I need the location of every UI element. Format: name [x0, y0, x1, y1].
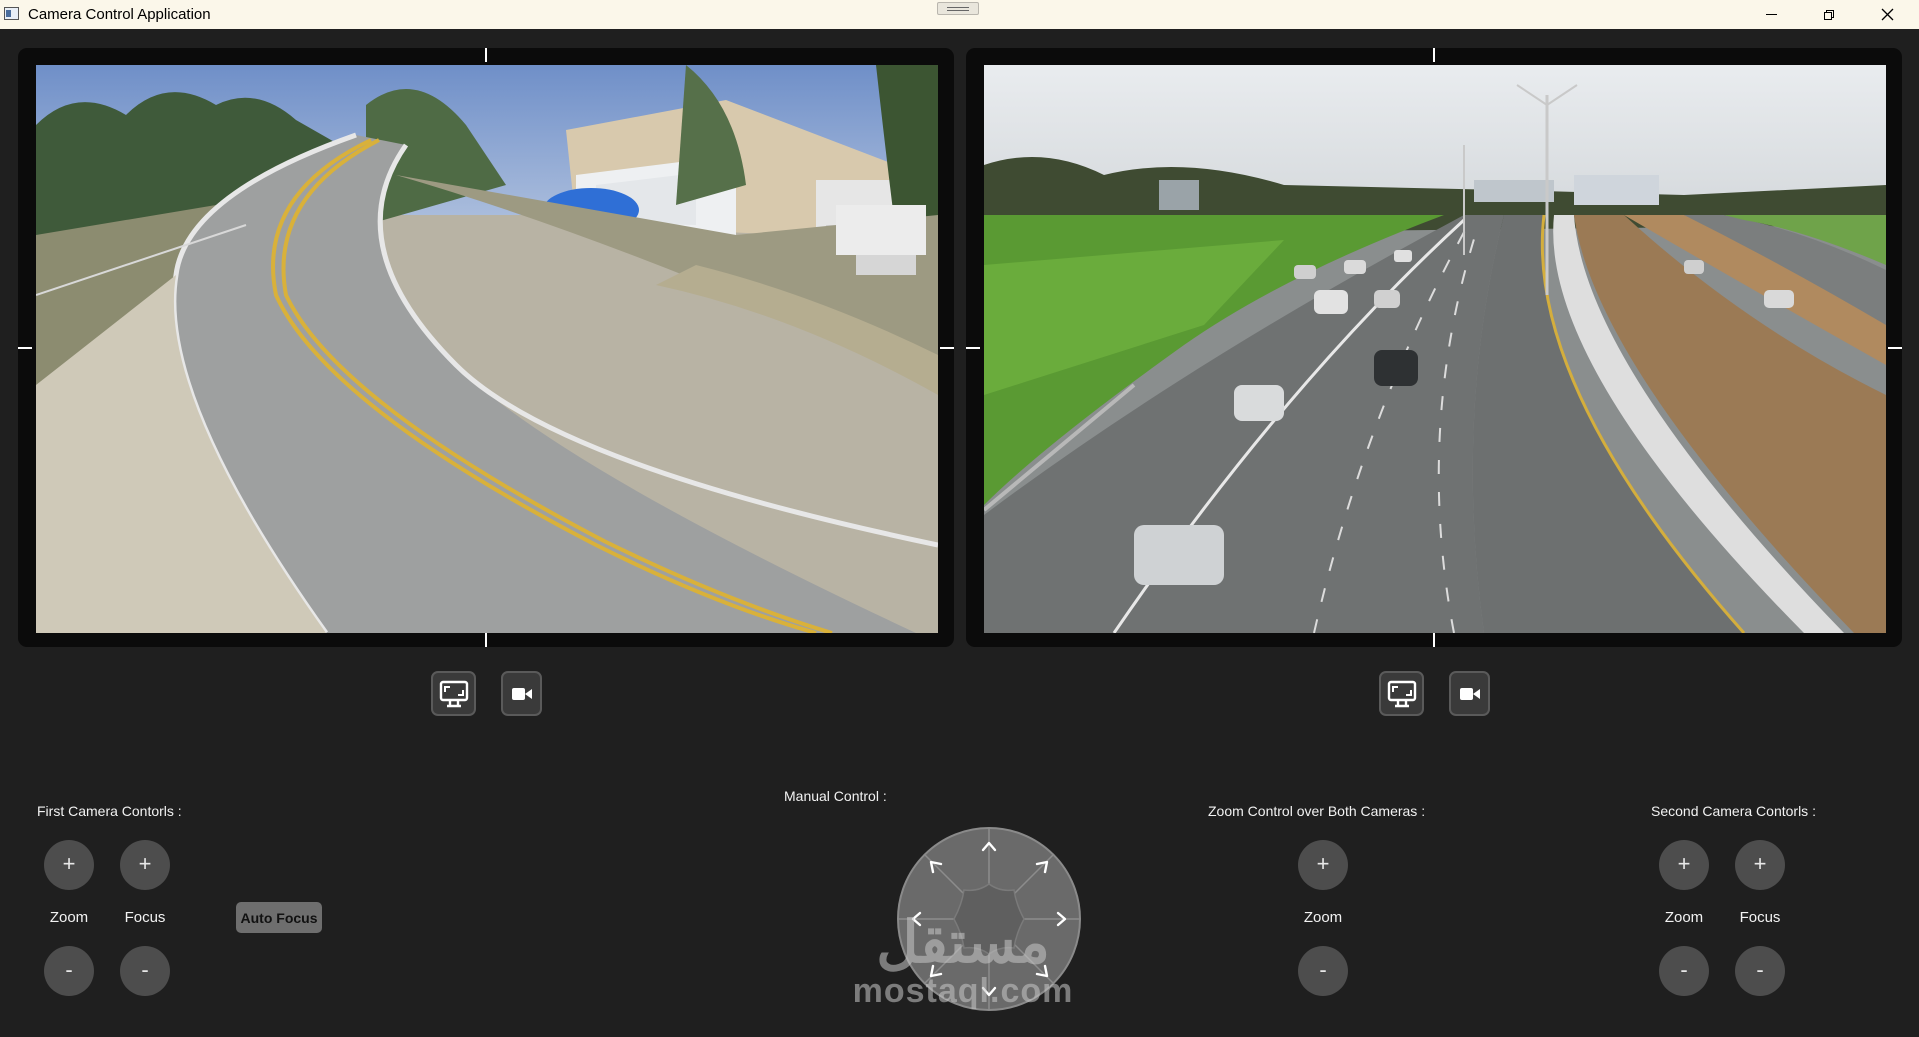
second-focus-label: Focus [1739, 909, 1781, 926]
first-zoom-out-button[interactable]: - [44, 946, 94, 996]
second-zoom-in-button[interactable]: + [1659, 840, 1709, 890]
minus-label: - [1756, 957, 1764, 982]
second-camera-panel [966, 48, 1902, 647]
minus-label: - [1319, 957, 1327, 982]
plus-label: + [1753, 851, 1767, 876]
crosshair-tick-bottom [485, 633, 487, 647]
first-camera-fullscreen-button[interactable] [431, 671, 476, 716]
minus-label: - [1680, 957, 1688, 982]
first-camera-panel [18, 48, 954, 647]
first-camera-controls-title: First Camera Contorls : [37, 803, 182, 819]
plus-label: + [138, 851, 152, 876]
first-focus-in-button[interactable]: + [120, 840, 170, 890]
crosshair-tick-left [18, 347, 32, 349]
plus-label: + [1316, 851, 1330, 876]
video-record-icon [1459, 687, 1480, 700]
minimize-icon [1765, 14, 1777, 15]
video-record-icon [511, 687, 532, 700]
app-window-icon [4, 7, 19, 20]
both-zoom-label: Zoom [1303, 909, 1343, 926]
minus-label: - [141, 957, 149, 982]
plus-label: + [1677, 851, 1691, 876]
second-camera-fullscreen-button[interactable] [1379, 671, 1424, 716]
crosshair-tick-right [940, 347, 954, 349]
close-button[interactable] [1858, 0, 1916, 29]
first-focus-out-button[interactable]: - [120, 946, 170, 996]
first-zoom-in-button[interactable]: + [44, 840, 94, 890]
fullscreen-monitor-icon [439, 680, 468, 707]
second-focus-out-button[interactable]: - [1735, 946, 1785, 996]
crosshair-tick-top [485, 48, 487, 62]
second-camera-image [984, 65, 1886, 633]
crosshair-tick-left [966, 347, 980, 349]
manual-control-title: Manual Control : [784, 788, 887, 804]
drag-handle[interactable] [937, 2, 979, 15]
second-focus-in-button[interactable]: + [1735, 840, 1785, 890]
second-camera-controls-title: Second Camera Contorls : [1651, 803, 1816, 819]
first-camera-image [36, 65, 938, 633]
crosshair-tick-bottom [1433, 633, 1435, 647]
both-zoom-in-button[interactable]: + [1298, 840, 1348, 890]
window-title: Camera Control Application [28, 6, 211, 23]
restore-button[interactable] [1800, 0, 1858, 29]
watermark: مستقل mostaql.com [843, 910, 1083, 1010]
plus-label: + [62, 851, 76, 876]
first-camera-feed[interactable] [36, 65, 938, 633]
window-titlebar: Camera Control Application [0, 0, 1919, 29]
minimize-button[interactable] [1742, 0, 1800, 29]
crosshair-tick-right [1888, 347, 1902, 349]
second-zoom-label: Zoom [1664, 909, 1704, 926]
watermark-latin: mostaql.com [852, 972, 1074, 1010]
first-zoom-label: Zoom [49, 909, 89, 926]
fullscreen-monitor-icon [1387, 680, 1416, 707]
first-camera-record-button[interactable] [501, 671, 542, 716]
second-camera-feed[interactable] [984, 65, 1886, 633]
close-icon [1881, 8, 1893, 21]
second-zoom-out-button[interactable]: - [1659, 946, 1709, 996]
restore-icon [1824, 9, 1834, 20]
both-zoom-out-button[interactable]: - [1298, 946, 1348, 996]
minus-label: - [65, 957, 73, 982]
watermark-arabic: مستقل [876, 910, 1050, 975]
zoom-both-title: Zoom Control over Both Cameras : [1208, 803, 1426, 819]
second-camera-record-button[interactable] [1449, 671, 1490, 716]
first-focus-label: Focus [124, 909, 166, 926]
auto-focus-button[interactable]: Auto Focus [236, 902, 322, 933]
crosshair-tick-top [1433, 48, 1435, 62]
